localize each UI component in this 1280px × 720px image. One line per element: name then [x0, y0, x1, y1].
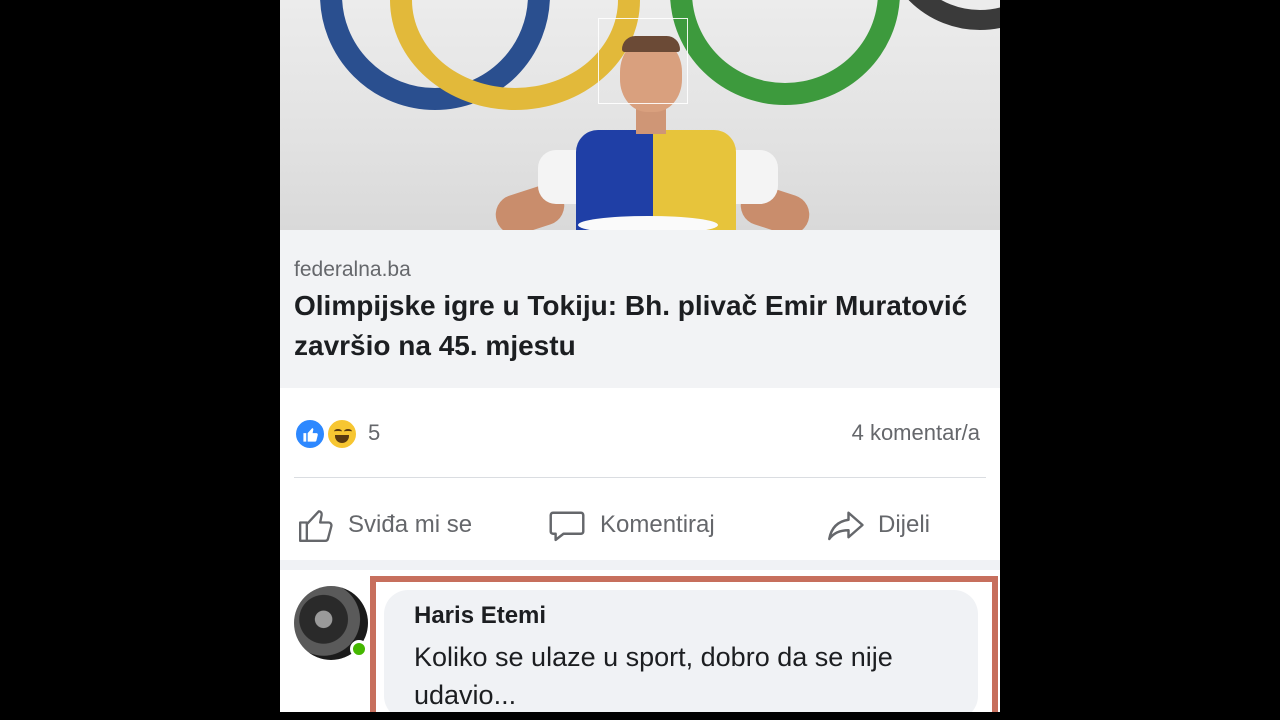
link-source: federalna.ba [294, 258, 411, 281]
like-button[interactable]: Sviđa mi se [296, 503, 472, 547]
facebook-post-card: federalna.ba Olimpijske igre u Tokiju: B… [280, 0, 1000, 712]
athlete-plate [578, 216, 718, 230]
reaction-count[interactable]: 5 [368, 420, 380, 446]
share-arrow-icon [828, 511, 864, 541]
like-button-label: Sviđa mi se [348, 511, 473, 538]
comment-count[interactable]: 4 komentar/a [852, 420, 980, 446]
comment-button[interactable]: Komentiraj [546, 503, 715, 547]
haha-mouth [335, 435, 349, 443]
thumbs-up-icon [303, 428, 318, 442]
athlete-jersey [576, 130, 736, 230]
share-button[interactable]: Dijeli [824, 503, 930, 547]
link-preview[interactable]: federalna.ba Olimpijske igre u Tokiju: B… [280, 230, 1000, 388]
link-headline[interactable]: Olimpijske igre u Tokiju: Bh. plivač Emi… [294, 286, 974, 366]
post-actions: Sviđa mi se Komentiraj Dijeli [280, 495, 1000, 555]
haha-eye-left [334, 429, 342, 434]
comment-author[interactable]: Haris Etemi [414, 602, 546, 630]
haha-eye-right [344, 429, 352, 434]
comment-text: Koliko se ulaze u sport, dobro da se nij… [414, 642, 893, 710]
face-detection-box [598, 18, 688, 104]
comment-button-label: Komentiraj [600, 511, 715, 538]
share-button-label: Dijeli [878, 511, 931, 538]
online-status-indicator [350, 640, 368, 658]
thumbs-up-outline-icon [299, 510, 333, 542]
divider [294, 477, 986, 478]
olympic-ring-green [670, 0, 900, 105]
comment-bubble-icon [549, 511, 585, 542]
haha-reaction-icon[interactable] [326, 418, 358, 450]
like-reaction-icon[interactable] [294, 418, 326, 450]
section-separator [280, 560, 1000, 570]
reactions-summary: 5 4 komentar/a [280, 405, 1000, 465]
post-link-image[interactable] [280, 0, 1000, 230]
